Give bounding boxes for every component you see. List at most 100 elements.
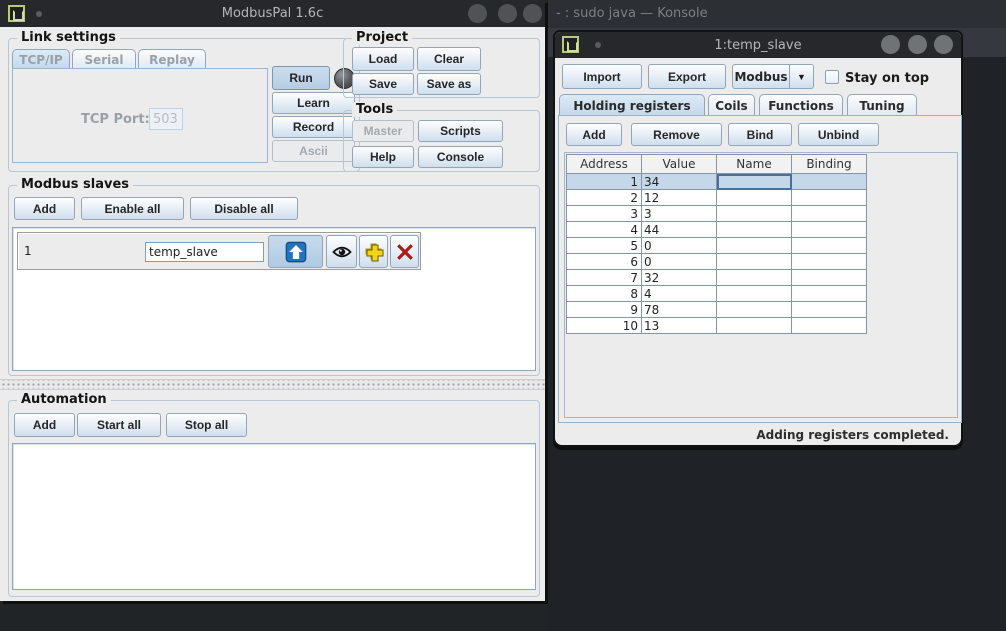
value-cell[interactable]: 78 (642, 302, 717, 318)
register-scrollpane[interactable]: AddressValueNameBinding 1342123344450607… (564, 152, 958, 418)
name-cell[interactable] (717, 286, 792, 302)
address-cell[interactable]: 10 (567, 318, 642, 334)
tcp-port-input[interactable] (149, 108, 183, 130)
slaves-add-button[interactable]: Add (14, 197, 75, 220)
maximize-button[interactable] (908, 35, 927, 54)
address-cell[interactable]: 7 (567, 270, 642, 286)
import-button[interactable]: Import (562, 64, 642, 89)
minimize-button[interactable] (468, 4, 487, 23)
name-cell[interactable] (717, 238, 792, 254)
register-table[interactable]: AddressValueNameBinding 1342123344450607… (566, 154, 867, 334)
tab-coils[interactable]: Coils (708, 94, 755, 116)
export-button[interactable]: Export (648, 64, 726, 89)
address-cell[interactable]: 9 (567, 302, 642, 318)
register-bind-button[interactable]: Bind (728, 123, 792, 146)
value-cell[interactable]: 44 (642, 222, 717, 238)
binding-cell[interactable] (792, 222, 867, 238)
value-cell[interactable]: 0 (642, 254, 717, 270)
value-cell[interactable]: 12 (642, 190, 717, 206)
modbuspal-titlebar[interactable]: ModbusPal 1.6c (0, 0, 545, 27)
name-cell[interactable] (717, 254, 792, 270)
column-header[interactable]: Name (717, 155, 792, 174)
binding-cell[interactable] (792, 206, 867, 222)
table-row[interactable]: 60 (567, 254, 867, 270)
address-cell[interactable]: 8 (567, 286, 642, 302)
konsole-titlebar[interactable]: - : sudo java — Konsole (548, 0, 1006, 28)
register-remove-button[interactable]: Remove (631, 123, 722, 146)
value-cell[interactable]: 32 (642, 270, 717, 286)
name-cell[interactable] (717, 190, 792, 206)
tab-holding-registers[interactable]: Holding registers (559, 94, 705, 116)
tab-serial[interactable]: Serial (72, 49, 136, 69)
table-row[interactable]: 212 (567, 190, 867, 206)
save-as-button[interactable]: Save as (417, 73, 481, 95)
table-row[interactable]: 50 (567, 238, 867, 254)
address-cell[interactable]: 3 (567, 206, 642, 222)
protocol-select-arrow[interactable]: ▼ (789, 64, 814, 89)
binding-cell[interactable] (792, 270, 867, 286)
binding-cell[interactable] (792, 286, 867, 302)
table-row[interactable]: 134 (567, 174, 867, 190)
binding-cell[interactable] (792, 190, 867, 206)
automation-add-button[interactable]: Add (14, 413, 75, 437)
name-cell[interactable] (717, 270, 792, 286)
binding-cell[interactable] (792, 302, 867, 318)
value-cell[interactable]: 0 (642, 238, 717, 254)
protocol-select[interactable]: Modbus (732, 64, 790, 89)
scripts-button[interactable]: Scripts (418, 120, 503, 142)
name-cell[interactable] (717, 302, 792, 318)
clear-button[interactable]: Clear (417, 47, 481, 71)
master-button[interactable]: Master (352, 120, 414, 142)
value-cell[interactable]: 4 (642, 286, 717, 302)
stop-all-button[interactable]: Stop all (166, 413, 247, 437)
slave-editor-titlebar[interactable]: 1:temp_slave (555, 32, 961, 58)
name-cell[interactable] (717, 206, 792, 222)
slave-name-input[interactable] (145, 242, 264, 262)
binding-cell[interactable] (792, 254, 867, 270)
column-header[interactable]: Binding (792, 155, 867, 174)
table-row[interactable]: 978 (567, 302, 867, 318)
value-cell[interactable]: 13 (642, 318, 717, 334)
slave-row[interactable]: 1 (17, 232, 421, 270)
table-row[interactable]: 1013 (567, 318, 867, 334)
address-cell[interactable]: 5 (567, 238, 642, 254)
slave-view-button[interactable] (326, 235, 357, 268)
register-add-button[interactable]: Add (566, 123, 622, 146)
maximize-button[interactable] (498, 4, 517, 23)
disable-all-button[interactable]: Disable all (190, 197, 298, 220)
slave-delete-button[interactable] (390, 235, 419, 268)
column-header[interactable]: Value (642, 155, 717, 174)
enable-all-button[interactable]: Enable all (81, 197, 184, 220)
load-button[interactable]: Load (352, 47, 414, 71)
name-cell[interactable] (717, 174, 792, 190)
address-cell[interactable]: 4 (567, 222, 642, 238)
stay-on-top-checkbox[interactable] (825, 70, 839, 84)
register-unbind-button[interactable]: Unbind (798, 123, 879, 146)
table-row[interactable]: 732 (567, 270, 867, 286)
address-cell[interactable]: 1 (567, 174, 642, 190)
tab-functions[interactable]: Functions (759, 94, 843, 116)
close-button[interactable] (934, 35, 953, 54)
save-button[interactable]: Save (352, 73, 414, 95)
address-cell[interactable]: 2 (567, 190, 642, 206)
slave-duplicate-button[interactable] (359, 235, 388, 268)
name-cell[interactable] (717, 318, 792, 334)
slave-enable-toggle[interactable] (268, 235, 323, 268)
value-cell[interactable]: 34 (642, 174, 717, 190)
binding-cell[interactable] (792, 174, 867, 190)
binding-cell[interactable] (792, 318, 867, 334)
close-button[interactable] (523, 4, 542, 23)
table-row[interactable]: 444 (567, 222, 867, 238)
run-button[interactable]: Run (272, 66, 330, 90)
splitpane-divider[interactable] (0, 379, 545, 390)
table-row[interactable]: 33 (567, 206, 867, 222)
column-header[interactable]: Address (567, 155, 642, 174)
address-cell[interactable]: 6 (567, 254, 642, 270)
name-cell[interactable] (717, 222, 792, 238)
table-row[interactable]: 84 (567, 286, 867, 302)
console-button[interactable]: Console (418, 146, 503, 168)
tab-replay[interactable]: Replay (138, 49, 206, 69)
start-all-button[interactable]: Start all (77, 413, 161, 437)
value-cell[interactable]: 3 (642, 206, 717, 222)
minimize-button[interactable] (881, 35, 900, 54)
